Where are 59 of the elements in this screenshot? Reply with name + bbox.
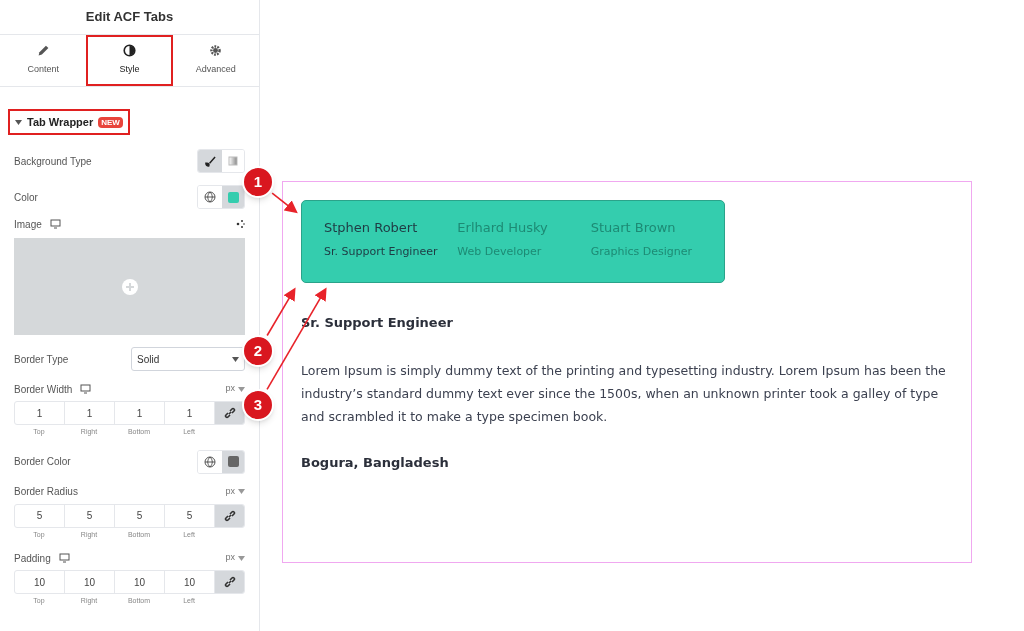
gradient-icon bbox=[228, 156, 238, 166]
dimension-input[interactable]: 10 bbox=[115, 571, 165, 593]
link-icon bbox=[223, 576, 236, 588]
dimension-input[interactable]: 10 bbox=[15, 571, 65, 593]
dimension-input[interactable]: 5 bbox=[65, 504, 115, 527]
link-button[interactable] bbox=[215, 402, 244, 424]
control-label: Border Width bbox=[14, 382, 73, 397]
panel-tab[interactable]: Advanced bbox=[172, 35, 259, 86]
pencil-icon bbox=[36, 44, 50, 58]
unit-label: px bbox=[225, 551, 235, 565]
panel-tab[interactable]: Style bbox=[86, 35, 173, 86]
contrast-icon bbox=[123, 44, 136, 58]
dimension-input[interactable]: 5 bbox=[15, 504, 65, 527]
brush-button[interactable] bbox=[198, 150, 222, 172]
panel-tab[interactable]: Content bbox=[0, 35, 87, 86]
dimension-input[interactable]: 1 bbox=[15, 402, 65, 424]
ai-icon bbox=[235, 219, 245, 229]
caret-icon bbox=[238, 386, 245, 392]
unit-label: px bbox=[225, 484, 235, 498]
control-label: Image bbox=[14, 217, 42, 232]
caret-icon bbox=[238, 489, 245, 494]
dimension-input[interactable]: 5 bbox=[115, 504, 165, 527]
color-swatch-button[interactable] bbox=[222, 186, 244, 208]
globe-icon bbox=[204, 191, 216, 203]
control-label: Padding bbox=[14, 551, 51, 566]
caret-icon bbox=[232, 356, 239, 362]
link-button[interactable] bbox=[215, 571, 244, 593]
unit-label: px bbox=[225, 382, 235, 396]
control-label: Color bbox=[14, 190, 38, 205]
link-icon bbox=[223, 407, 236, 419]
dimension-input[interactable]: 1 bbox=[65, 402, 115, 424]
callout-badge: 1 bbox=[242, 166, 274, 198]
location-text: Bogura, Bangladesh bbox=[301, 453, 450, 472]
dimension-input[interactable]: 10 bbox=[65, 571, 115, 593]
callout-badge: 2 bbox=[242, 335, 274, 367]
content-paragraph: Lorem Ipsum is simply dummy text of the printing and typesetting industry. Lorem Ipsum has been the industry’s standard dummy text ever since the 1500s, when an unknown printer took a galley of type and scrambled it to make a type specimen book. bbox=[301, 361, 947, 426]
callout-arrow bbox=[271, 192, 298, 214]
callout-badge: 3 bbox=[242, 389, 274, 421]
color-swatch-button[interactable] bbox=[222, 450, 244, 473]
control-label: Background Type bbox=[14, 154, 92, 169]
control-label: Border Type bbox=[14, 352, 69, 367]
monitor-icon bbox=[49, 219, 61, 229]
globe-icon bbox=[204, 455, 216, 468]
brush-icon bbox=[204, 155, 216, 167]
profile-tab[interactable]: Stphen Robert Sr. Support Engineer bbox=[324, 221, 458, 282]
select-field[interactable]: Solid bbox=[131, 347, 245, 371]
link-button[interactable] bbox=[215, 504, 244, 527]
link-icon bbox=[223, 509, 236, 522]
caret-icon bbox=[15, 119, 22, 125]
new-badge: NEW bbox=[98, 116, 123, 128]
control-label: Border Color bbox=[14, 455, 71, 469]
control-label: Border Radius bbox=[14, 485, 78, 499]
dimension-input[interactable]: 1 bbox=[115, 402, 165, 424]
section-header[interactable]: Tab Wrapper NEW bbox=[8, 109, 130, 135]
monitor-icon bbox=[58, 553, 70, 563]
monitor-icon bbox=[80, 384, 92, 394]
settings-icon bbox=[209, 44, 223, 58]
plus-icon bbox=[121, 278, 138, 295]
caret-icon bbox=[238, 555, 245, 561]
